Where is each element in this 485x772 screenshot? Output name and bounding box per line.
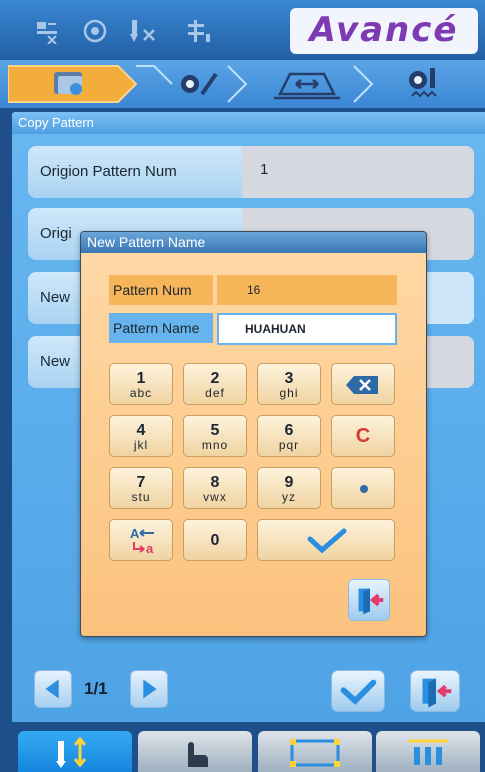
brand-logo: Avancé: [290, 8, 478, 54]
step-tab-embroider[interactable]: [376, 64, 481, 104]
page-indicator: 1/1: [84, 679, 108, 698]
dot-icon: [360, 485, 368, 493]
clear-label: C: [355, 425, 371, 447]
step-tab-adjust[interactable]: [250, 64, 376, 104]
exit-button[interactable]: [410, 670, 460, 712]
dialog-exit-button[interactable]: [348, 579, 390, 621]
machine-status-icon: [34, 18, 60, 45]
arrow-left-icon: [45, 679, 59, 699]
dialog-confirm-key[interactable]: [257, 519, 395, 561]
check-icon: [340, 679, 377, 705]
backspace-icon: [346, 376, 378, 394]
power-icon: [82, 18, 108, 44]
clear-key[interactable]: C: [331, 415, 395, 457]
key-5[interactable]: 5 mno: [183, 415, 247, 457]
new-pattern-name-dialog: New Pattern Name Pattern Num 16 Pattern …: [80, 231, 427, 637]
key-8[interactable]: 8 vwx: [183, 467, 247, 509]
new-pattern-name-label: New: [40, 353, 71, 370]
frame-adjust-icon: [274, 72, 340, 100]
origin-pattern-num-row[interactable]: Origion Pattern Num 1: [28, 146, 474, 198]
check-icon: [307, 528, 347, 554]
origin-pattern-num-label: Origion Pattern Num: [40, 163, 177, 180]
confirm-button[interactable]: [331, 670, 385, 712]
step-navigation: [0, 60, 485, 108]
next-page-button[interactable]: [130, 670, 168, 708]
new-pattern-num-label: New: [40, 289, 71, 306]
bottom-tab-bar: [0, 728, 485, 772]
tab-manual-operation[interactable]: [138, 731, 252, 772]
key-1[interactable]: 1 abc: [109, 363, 173, 405]
tab-frame[interactable]: [258, 731, 372, 772]
needle-updown-icon: [56, 736, 87, 768]
pattern-num-value: 16: [217, 275, 397, 305]
key-0[interactable]: 0: [183, 519, 247, 561]
tab-pattern-manage[interactable]: [18, 731, 132, 772]
tab-needles[interactable]: [376, 731, 480, 772]
multi-needle-icon: [408, 739, 448, 765]
case-switch-key[interactable]: A a: [109, 519, 173, 561]
pattern-edit-icon: [181, 72, 218, 96]
pattern-num-label: Pattern Num: [109, 275, 213, 305]
key-7[interactable]: 7 stu: [109, 467, 173, 509]
key-4[interactable]: 4 jkl: [109, 415, 173, 457]
key-3[interactable]: 3 ghi: [257, 363, 321, 405]
step-tab-edit-pattern[interactable]: [136, 64, 252, 104]
exit-icon: [358, 588, 384, 615]
folder-pattern-icon: [54, 72, 82, 95]
key-2[interactable]: 2 def: [183, 363, 247, 405]
svg-text:a: a: [146, 541, 154, 555]
key-6[interactable]: 6 pqr: [257, 415, 321, 457]
origin-pattern-name-label: Origi: [40, 225, 72, 242]
needle-off-icon: [128, 18, 164, 44]
pattern-name-label: Pattern Name: [109, 313, 213, 343]
svg-text:A: A: [130, 526, 140, 541]
backspace-key[interactable]: [331, 363, 395, 405]
step-tab-select-pattern[interactable]: [7, 64, 138, 104]
dialog-title: New Pattern Name: [81, 232, 426, 253]
pattern-name-input[interactable]: HUAHUAN: [217, 313, 397, 345]
embroider-icon: [409, 68, 437, 98]
dot-key[interactable]: [331, 467, 395, 509]
hand-pointer-icon: [188, 742, 208, 767]
origin-pattern-num-value[interactable]: 1: [242, 146, 474, 198]
case-switch-icon: A a: [130, 526, 154, 555]
prev-page-button[interactable]: [34, 670, 72, 708]
key-9[interactable]: 9 yz: [257, 467, 321, 509]
frame-position-icon: [186, 18, 222, 44]
status-bar: Avancé: [0, 0, 485, 60]
arrow-right-icon: [143, 679, 157, 699]
exit-icon: [422, 678, 452, 708]
frame-icon: [290, 739, 340, 767]
panel-title: Copy Pattern: [12, 112, 485, 134]
